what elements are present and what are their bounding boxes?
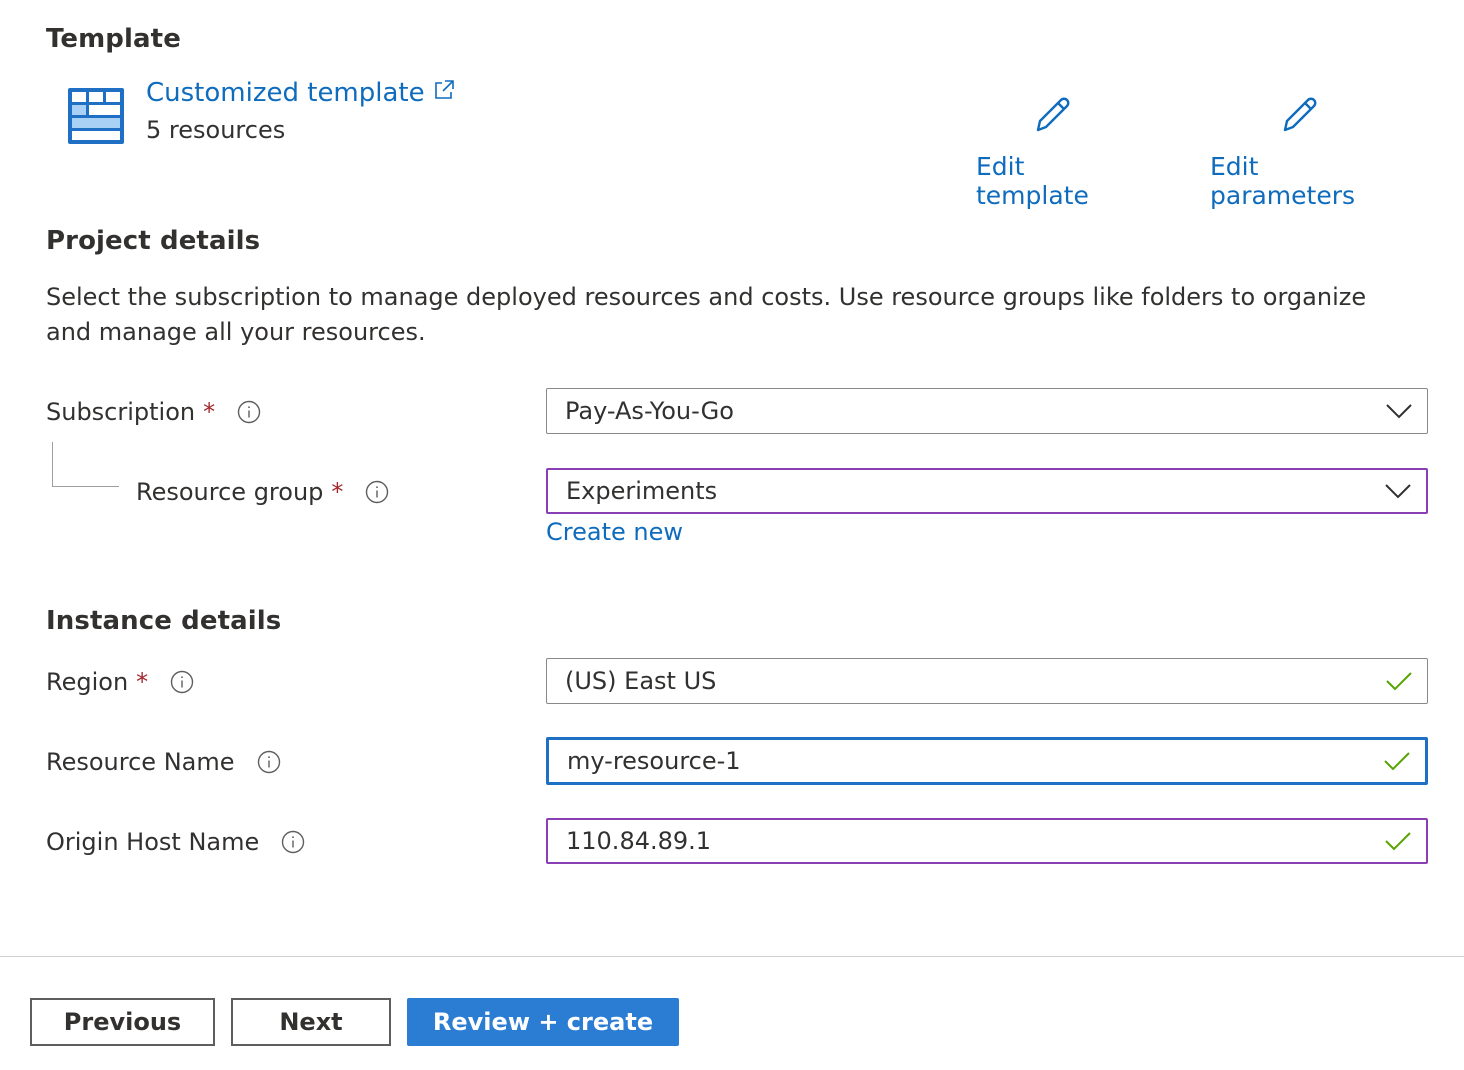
resource-name-label: Resource Name xyxy=(46,748,281,776)
subscription-label-text: Subscription xyxy=(46,398,196,426)
deployment-form: Template Customized template 5 resources xyxy=(0,0,1464,1070)
resource-name-label-text: Resource Name xyxy=(46,748,235,776)
project-details-description: Select the subscription to manage deploy… xyxy=(46,283,1367,346)
required-marker: * xyxy=(331,478,344,506)
footer-divider xyxy=(0,956,1464,957)
customized-template-link-label: Customized template xyxy=(146,78,425,108)
external-link-icon xyxy=(433,78,455,108)
info-icon[interactable] xyxy=(365,480,389,504)
info-icon[interactable] xyxy=(281,830,305,854)
required-marker: * xyxy=(136,668,149,696)
edit-template-button[interactable]: Edit template xyxy=(976,94,1130,210)
info-icon[interactable] xyxy=(257,750,281,774)
info-icon[interactable] xyxy=(237,400,261,424)
template-grid-icon xyxy=(68,88,124,144)
template-section-title: Template xyxy=(46,24,181,54)
resource-group-label-text: Resource group xyxy=(136,478,324,506)
checkmark-icon xyxy=(1385,671,1413,691)
edit-parameters-label: Edit parameters xyxy=(1210,152,1356,210)
origin-host-name-value: 110.84.89.1 xyxy=(566,827,712,855)
checkmark-icon xyxy=(1383,751,1411,771)
review-create-button[interactable]: Review + create xyxy=(407,998,679,1046)
edit-template-label: Edit template xyxy=(976,152,1089,210)
region-dropdown[interactable]: (US) East US xyxy=(546,658,1428,704)
resource-group-value: Experiments xyxy=(566,477,718,505)
resource-name-input[interactable]: my-resource-1 xyxy=(546,737,1428,785)
origin-host-name-label: Origin Host Name xyxy=(46,828,305,856)
customized-template-link[interactable]: Customized template xyxy=(146,78,455,108)
resource-name-value: my-resource-1 xyxy=(567,747,741,775)
origin-host-name-input[interactable]: 110.84.89.1 xyxy=(546,818,1428,864)
instance-details-title: Instance details xyxy=(46,606,282,636)
checkmark-icon xyxy=(1384,831,1412,851)
create-new-resource-group-link[interactable]: Create new xyxy=(546,518,683,546)
pencil-icon xyxy=(1032,94,1074,152)
origin-host-name-label-text: Origin Host Name xyxy=(46,828,260,856)
subscription-label: Subscription * xyxy=(46,398,261,426)
resource-group-label: Resource group * xyxy=(136,478,389,506)
resource-group-dropdown[interactable]: Experiments xyxy=(546,468,1428,514)
template-resource-count: 5 resources xyxy=(146,116,286,144)
previous-button[interactable]: Previous xyxy=(30,998,215,1046)
project-details-title: Project details xyxy=(46,226,261,256)
edit-parameters-button[interactable]: Edit parameters xyxy=(1210,94,1390,210)
required-marker: * xyxy=(203,398,216,426)
info-icon[interactable] xyxy=(170,670,194,694)
region-label: Region * xyxy=(46,668,194,696)
chevron-down-icon xyxy=(1385,401,1413,421)
subscription-dropdown[interactable]: Pay-As-You-Go xyxy=(546,388,1428,434)
chevron-down-icon xyxy=(1384,481,1412,501)
region-value: (US) East US xyxy=(565,667,717,695)
region-label-text: Region xyxy=(46,668,129,696)
pencil-icon xyxy=(1279,94,1321,152)
subscription-value: Pay-As-You-Go xyxy=(565,397,734,425)
tree-connector xyxy=(52,442,119,487)
next-button[interactable]: Next xyxy=(231,998,391,1046)
